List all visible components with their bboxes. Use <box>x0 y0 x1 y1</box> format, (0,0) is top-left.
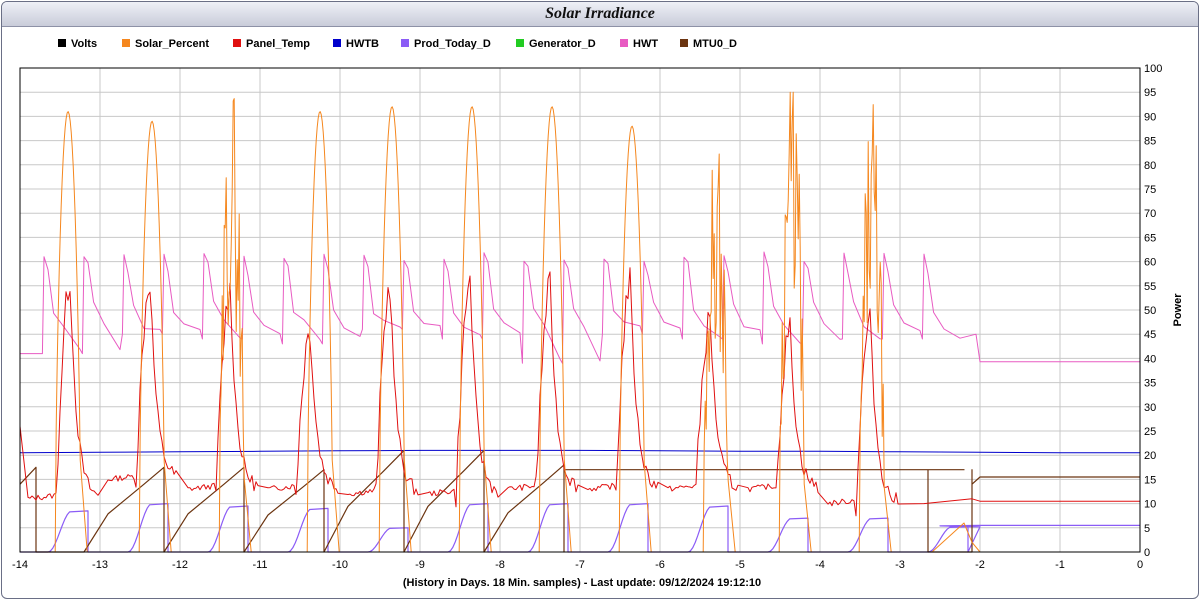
y-tick-label: 45 <box>1144 329 1156 341</box>
x-tick-label: -14 <box>12 559 28 571</box>
x-tick-label: -9 <box>415 559 425 571</box>
y-tick-label: 55 <box>1144 281 1156 293</box>
y-tick-label: 70 <box>1144 208 1156 220</box>
y-tick-label: 80 <box>1144 160 1156 172</box>
y-tick-label: 85 <box>1144 136 1156 148</box>
y-tick-label: 35 <box>1144 378 1156 390</box>
x-tick-label: -2 <box>975 559 985 571</box>
y-tick-label: 20 <box>1144 450 1156 462</box>
x-tick-label: -8 <box>495 559 505 571</box>
x-tick-label: -6 <box>655 559 665 571</box>
y-tick-label: 50 <box>1144 305 1156 317</box>
x-tick-label: -11 <box>252 559 267 571</box>
y-tick-label: 100 <box>1144 63 1162 75</box>
y-tick-label: 60 <box>1144 257 1156 269</box>
y-tick-label: 75 <box>1144 184 1156 196</box>
y-tick-label: 90 <box>1144 111 1156 123</box>
x-axis-label: (History in Days. 18 Min. samples) - Las… <box>403 577 761 589</box>
y-axis-label: Power <box>1172 293 1184 327</box>
y-tick-label: 65 <box>1144 232 1156 244</box>
x-tick-label: -1 <box>1055 559 1065 571</box>
x-tick-label: -3 <box>895 559 905 571</box>
y-tick-label: 15 <box>1144 474 1156 486</box>
y-tick-labels: 0 5 10 15 20 25 30 35 40 45 50 55 60 65 70 75 80 85 90 95 10… <box>1144 63 1162 559</box>
y-tick-label: 40 <box>1144 353 1156 365</box>
y-tick-label: 10 <box>1144 499 1156 511</box>
y-tick-label: 30 <box>1144 402 1156 414</box>
y-tick-label: 5 <box>1144 523 1150 535</box>
x-tick-label: -7 <box>575 559 585 571</box>
x-tick-label: -4 <box>815 559 825 571</box>
x-tick-label: 0 <box>1137 559 1143 571</box>
x-tick-label: -5 <box>735 559 745 571</box>
x-tick-labels: -14 -13 -12 -11 -10 -9 -8 -7 -6 -5 -4 -3 -2 -1 0 <box>12 559 1143 571</box>
y-tick-label: 25 <box>1144 426 1156 438</box>
x-tick-label: -13 <box>92 559 108 571</box>
y-tick-label: 0 <box>1144 547 1150 559</box>
x-tick-label: -12 <box>172 559 188 571</box>
x-tick-label: -10 <box>332 559 348 571</box>
chart-svg: -14 -13 -12 -11 -10 -9 -8 -7 -6 -5 -4 -3 -2 -1 0 05101… <box>12 63 1184 589</box>
y-tick-label: 95 <box>1144 87 1156 99</box>
